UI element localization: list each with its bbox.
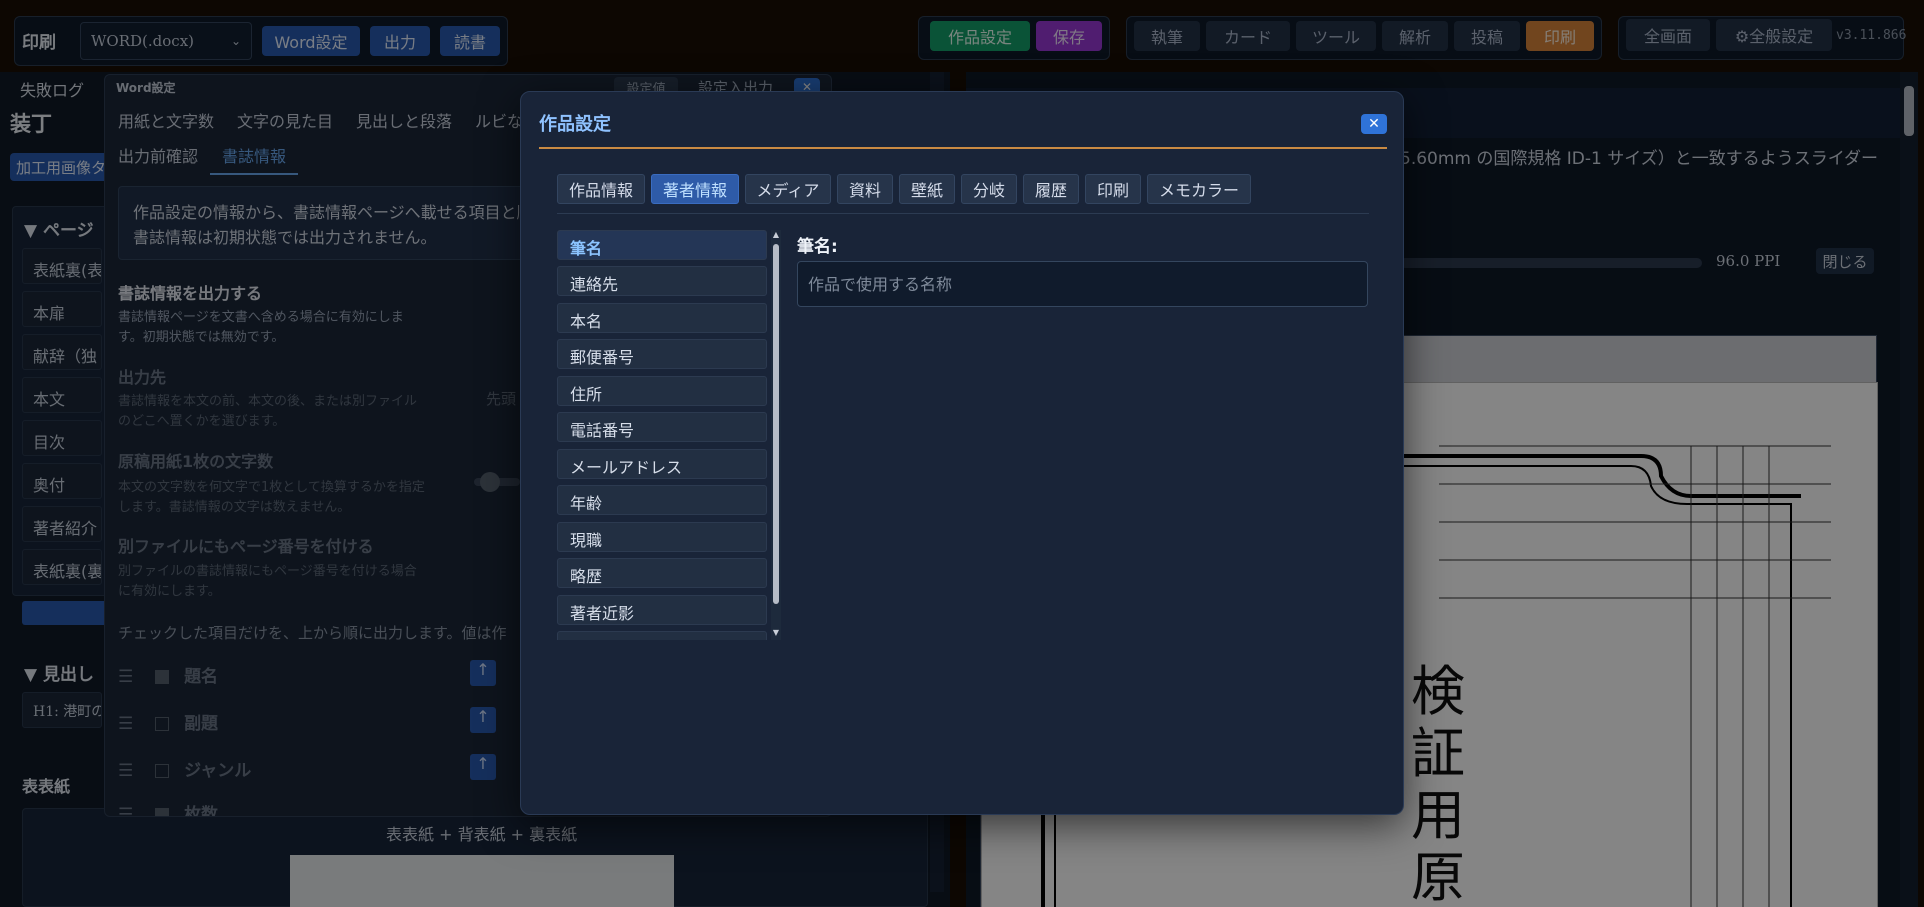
- list-item-contact[interactable]: 連絡先: [557, 266, 767, 296]
- list-item-career[interactable]: 略歴: [557, 558, 767, 588]
- list-item-references[interactable]: 文献: [557, 631, 767, 640]
- tab-branch[interactable]: 分岐: [961, 174, 1017, 204]
- list-item-real-name[interactable]: 本名: [557, 303, 767, 333]
- scroll-up-icon[interactable]: ▲: [771, 230, 781, 242]
- pen-name-input[interactable]: [797, 261, 1368, 307]
- tab-wallpaper[interactable]: 壁紙: [899, 174, 955, 204]
- list-item-address[interactable]: 住所: [557, 376, 767, 406]
- list-scrollbar-thumb[interactable]: [773, 244, 779, 604]
- list-item-email[interactable]: メールアドレス: [557, 449, 767, 479]
- tab-media[interactable]: メディア: [745, 174, 831, 204]
- tab-work-info[interactable]: 作品情報: [557, 174, 645, 204]
- list-item-pen-name[interactable]: 筆名: [557, 230, 767, 260]
- modal-title-divider: [539, 147, 1387, 149]
- tab-divider: [557, 213, 1369, 214]
- work-settings-modal: 作品設定 ✕ 作品情報 著者情報 メディア 資料 壁紙 分岐 履歴 印刷 メモカ…: [520, 91, 1404, 815]
- list-item-phone[interactable]: 電話番号: [557, 412, 767, 442]
- modal-title: 作品設定: [539, 114, 611, 135]
- tab-author-info[interactable]: 著者情報: [651, 174, 739, 204]
- list-item-age[interactable]: 年齢: [557, 485, 767, 515]
- scroll-down-icon[interactable]: ▼: [771, 628, 781, 640]
- tab-history[interactable]: 履歴: [1023, 174, 1079, 204]
- list-item-author-photo[interactable]: 著者近影: [557, 595, 767, 625]
- tab-print[interactable]: 印刷: [1085, 174, 1141, 204]
- list-item-occupation[interactable]: 現職: [557, 522, 767, 552]
- author-field-list[interactable]: 筆名 連絡先 本名 郵便番号 住所 電話番号 メールアドレス 年齢 現職 略歴 …: [557, 230, 781, 640]
- close-icon[interactable]: ✕: [1361, 114, 1387, 134]
- tab-memo-color[interactable]: メモカラー: [1147, 174, 1251, 204]
- tab-materials[interactable]: 資料: [837, 174, 893, 204]
- list-item-postal-code[interactable]: 郵便番号: [557, 339, 767, 369]
- pen-name-label: 筆名:: [797, 237, 838, 257]
